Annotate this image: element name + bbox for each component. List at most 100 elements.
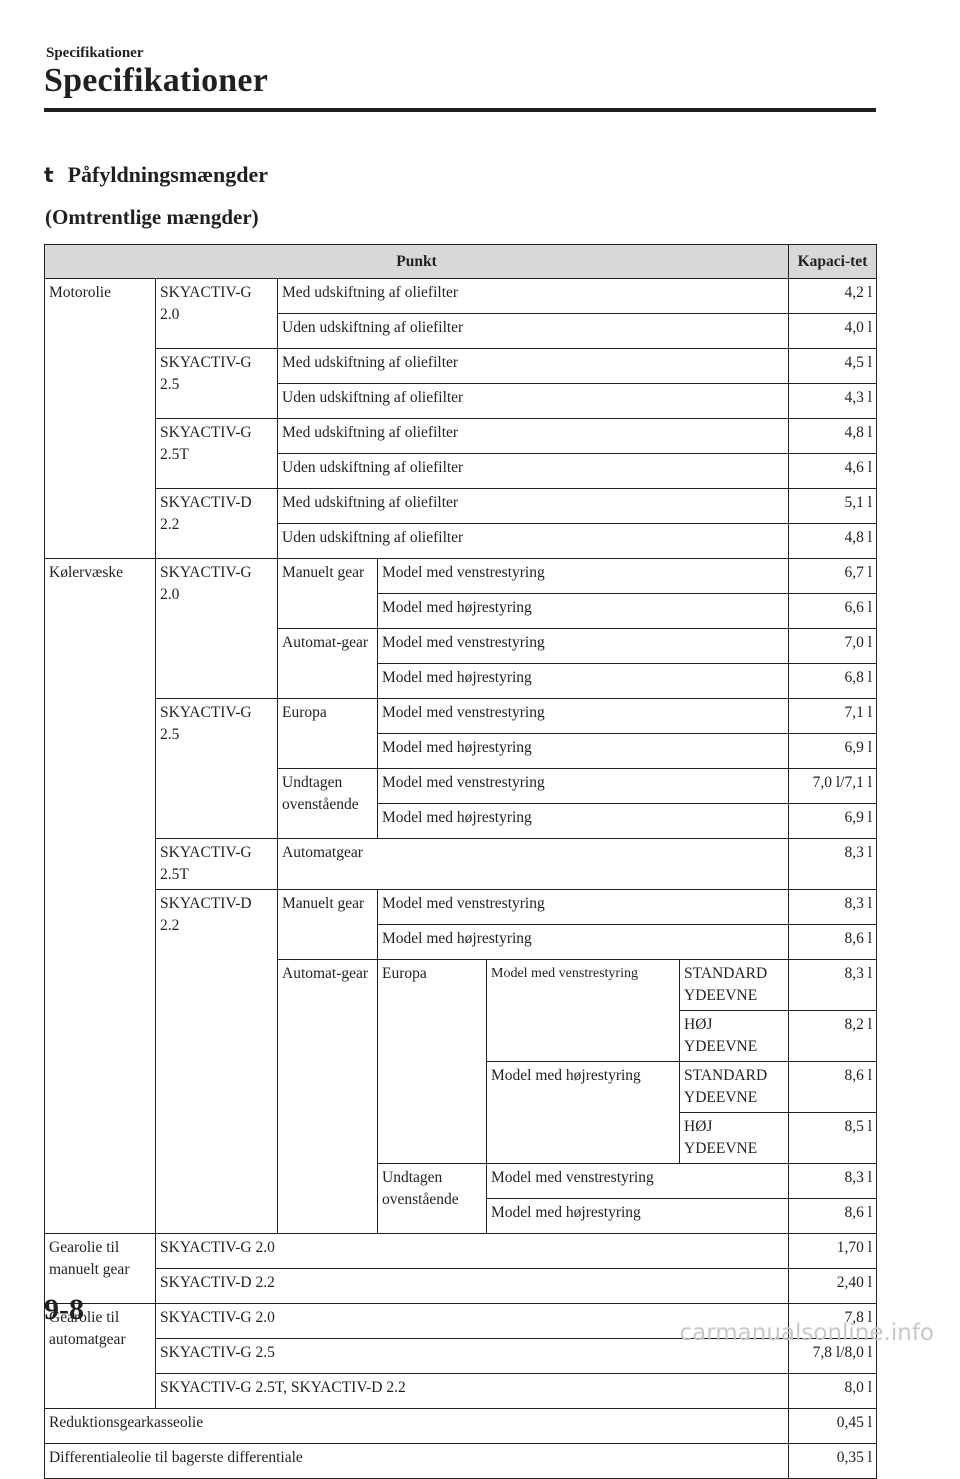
condition-cell: Med udskiftning af oliefilter xyxy=(277,348,789,384)
capacity-value: 7,0 l/7,1 l xyxy=(788,768,877,804)
column-header-item: Punkt xyxy=(44,244,789,279)
page-number: 9-8 xyxy=(44,1293,84,1326)
gear-cell: Manuelt gear xyxy=(277,889,378,960)
steering-cell: Model med venstrestyring xyxy=(377,558,789,594)
performance-cell: HØJ YDEEVNE xyxy=(679,1112,789,1164)
performance-cell: STANDARD YDEEVNE xyxy=(679,1061,789,1113)
capacity-value: 8,6 l xyxy=(788,1061,877,1113)
capacity-value: 6,9 l xyxy=(788,803,877,839)
steering-cell: Model med venstrestyring xyxy=(377,698,789,734)
section-marker-icon: t xyxy=(44,163,54,187)
engine-cell: SKYACTIV-D 2.2 xyxy=(155,889,278,1234)
table-row: Kølervæske SKYACTIV-G 2.0 Manuelt gear M… xyxy=(44,558,877,1234)
region-cell: Europa xyxy=(277,698,378,769)
capacity-value: 4,5 l xyxy=(788,348,877,384)
engine-cell: SKYACTIV-G 2.0 xyxy=(155,1233,789,1269)
performance-cell: STANDARD YDEEVNE xyxy=(679,959,789,1011)
running-header: Specifikationer xyxy=(46,45,144,61)
engine-cell: SKYACTIV-G 2.0 xyxy=(155,558,278,699)
table-row: Reduktionsgearkasseolie 0,45 l xyxy=(44,1408,877,1444)
region-cell: Europa xyxy=(377,959,487,1164)
steering-cell: Model med højrestyring xyxy=(377,803,789,839)
capacity-value: 8,5 l xyxy=(788,1112,877,1164)
capacity-table: Punkt Kapaci-tet Motorolie SKYACTIV-G 2.… xyxy=(44,244,877,1479)
category-kolervaeske: Kølervæske xyxy=(44,558,156,1234)
table-row: SKYACTIV-D 2.2 Med udskiftning af oliefi… xyxy=(45,488,877,559)
capacity-value: 8,6 l xyxy=(788,924,877,960)
condition-cell: Uden udskiftning af oliefilter xyxy=(277,523,789,559)
capacity-value: 8,3 l xyxy=(788,959,877,1011)
header-divider xyxy=(44,108,876,112)
condition-cell: Uden udskiftning af oliefilter xyxy=(277,453,789,489)
table-row: SKYACTIV-G 2.5 Europa Model med venstres… xyxy=(45,698,877,839)
engine-cell: SKYACTIV-G 2.5 xyxy=(155,348,278,419)
steering-cell: Model med højrestyring xyxy=(377,924,789,960)
section-subtitle: (Omtrentlige mængder) xyxy=(45,205,259,229)
gear-cell: Automat-gear xyxy=(277,628,378,699)
steering-cell: Model med venstrestyring xyxy=(486,1163,789,1199)
capacity-value: 0,45 l xyxy=(788,1408,877,1444)
section-heading: t Påfyldningsmængder xyxy=(44,162,268,188)
engine-cell: SKYACTIV-D 2.2 xyxy=(155,488,278,559)
capacity-value: 4,0 l xyxy=(788,313,877,349)
capacity-value: 6,8 l xyxy=(788,663,877,699)
condition-cell: Uden udskiftning af oliefilter xyxy=(277,383,789,419)
engine-cell: SKYACTIV-G 2.5 xyxy=(155,698,278,839)
condition-cell: Med udskiftning af oliefilter xyxy=(277,418,789,454)
category-reduction: Reduktionsgearkasseolie xyxy=(44,1408,789,1444)
capacity-value: 4,6 l xyxy=(788,453,877,489)
table-row: Differentialeolie til bagerste different… xyxy=(44,1443,877,1479)
engine-cell: SKYACTIV-G 2.0 xyxy=(155,278,278,349)
category-differential: Differentialeolie til bagerste different… xyxy=(44,1443,789,1479)
section-title: Påfyldningsmængder xyxy=(67,162,269,187)
region-cell: Undtagen ovenstående xyxy=(377,1163,487,1234)
steering-cell: Model med venstrestyring xyxy=(486,959,680,1062)
capacity-value: 6,6 l xyxy=(788,593,877,629)
condition-cell: Uden udskiftning af oliefilter xyxy=(277,313,789,349)
engine-cell: SKYACTIV-G 2.5T xyxy=(155,838,278,890)
condition-cell: Med udskiftning af oliefilter xyxy=(277,278,789,314)
steering-cell: Model med venstrestyring xyxy=(377,768,789,804)
table-row: SKYACTIV-G 2.5T Med udskiftning af olief… xyxy=(45,418,877,489)
gear-cell: Manuelt gear xyxy=(277,558,378,629)
steering-cell: Model med højrestyring xyxy=(486,1061,680,1164)
category-motorolie: Motorolie xyxy=(44,278,156,559)
capacity-value: 8,3 l xyxy=(788,889,877,925)
capacity-value: 8,3 l xyxy=(788,838,877,890)
watermark: carmanualsonline.info xyxy=(679,1320,934,1346)
capacity-value: 7,0 l xyxy=(788,628,877,664)
table-row: SKYACTIV-G 2.5T Automatgear 8,3 l xyxy=(45,838,877,890)
capacity-value: 4,3 l xyxy=(788,383,877,419)
steering-cell: Model med højrestyring xyxy=(377,663,789,699)
steering-cell: Model med venstrestyring xyxy=(377,628,789,664)
capacity-value: 7,1 l xyxy=(788,698,877,734)
engine-cell: SKYACTIV-G 2.5T xyxy=(155,418,278,489)
table-header-row: Punkt Kapaci-tet xyxy=(44,244,877,279)
table-row: SKYACTIV-D 2.2 2,40 l xyxy=(45,1268,877,1304)
table-row: SKYACTIV-G 2.5T, SKYACTIV-D 2.2 8,0 l xyxy=(45,1373,877,1409)
table-row: SKYACTIV-G 2.5 Med udskiftning af oliefi… xyxy=(45,348,877,419)
capacity-value: 1,70 l xyxy=(788,1233,877,1269)
steering-cell: Model med højrestyring xyxy=(486,1198,789,1234)
capacity-value: 0,35 l xyxy=(788,1443,877,1479)
page-title: Specifikationer xyxy=(44,62,268,99)
table-row: Motorolie SKYACTIV-G 2.0 Med udskiftning… xyxy=(44,278,877,559)
capacity-value: 6,9 l xyxy=(788,733,877,769)
capacity-value: 8,2 l xyxy=(788,1010,877,1062)
table-row: SKYACTIV-D 2.2 Manuelt gear Model med ve… xyxy=(45,889,877,1234)
capacity-value: 2,40 l xyxy=(788,1268,877,1304)
gear-cell: Automatgear xyxy=(277,838,789,890)
capacity-value: 4,8 l xyxy=(788,418,877,454)
engine-cell: SKYACTIV-D 2.2 xyxy=(155,1268,789,1304)
column-header-capacity: Kapaci-tet xyxy=(788,244,877,279)
capacity-value: 8,0 l xyxy=(788,1373,877,1409)
capacity-value: 5,1 l xyxy=(788,488,877,524)
capacity-value: 6,7 l xyxy=(788,558,877,594)
steering-cell: Model med venstrestyring xyxy=(377,889,789,925)
table-row: Gearolie til manuelt gear SKYACTIV-G 2.0… xyxy=(44,1233,877,1304)
capacity-value: 4,8 l xyxy=(788,523,877,559)
capacity-value: 4,2 l xyxy=(788,278,877,314)
steering-cell: Model med højrestyring xyxy=(377,593,789,629)
capacity-value: 8,6 l xyxy=(788,1198,877,1234)
gear-cell: Automat-gear xyxy=(277,959,378,1234)
